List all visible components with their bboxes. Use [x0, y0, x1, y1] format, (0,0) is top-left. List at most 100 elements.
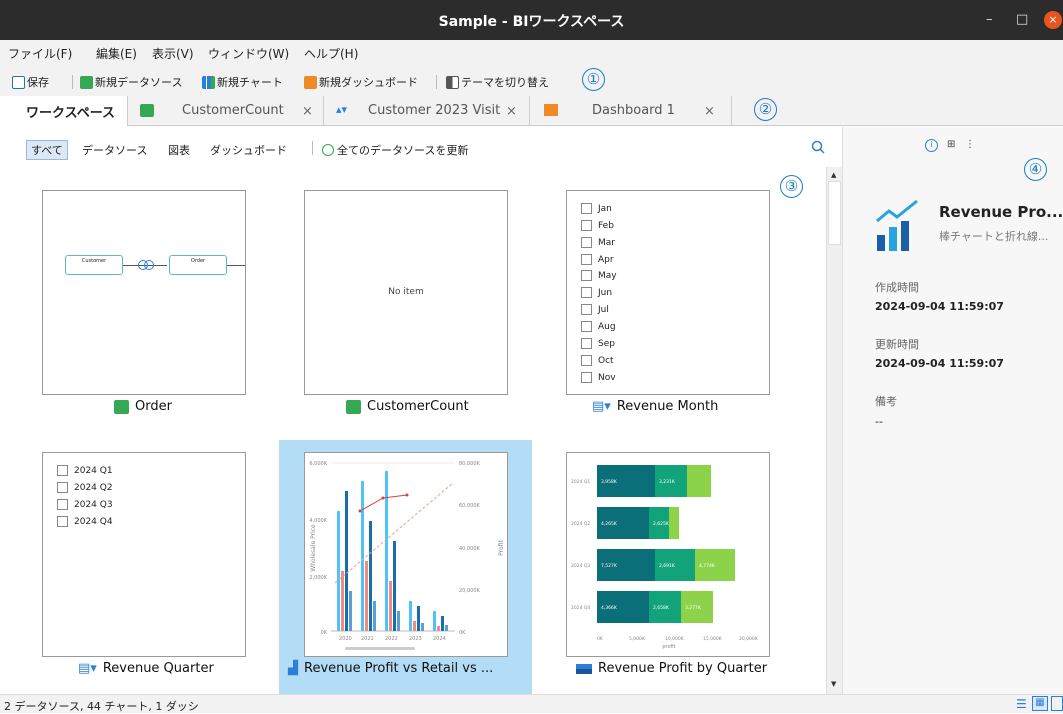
- menu-view[interactable]: 表示(V): [152, 45, 194, 62]
- stacked-bar-thumbnail: 2024 Q1 3,958K 3,231K 2024 Q2 4,265K 2,625K 20…: [571, 465, 759, 650]
- month-item: Apr: [581, 254, 614, 265]
- toolbar: 保存 新規データソース 新規チャート 新規ダッシュボード テーマを切り替え ①: [0, 66, 1063, 96]
- filter-datasource[interactable]: データソース: [82, 142, 147, 158]
- callout-4: ④: [1024, 158, 1047, 181]
- theme-toggle-button[interactable]: テーマを切り替え: [446, 74, 549, 90]
- svg-text:2023: 2023: [409, 636, 422, 642]
- svg-text:60,000K: 60,000K: [459, 503, 480, 509]
- svg-text:0K: 0K: [459, 630, 466, 636]
- svg-text:2022: 2022: [385, 636, 398, 642]
- new-chart-button[interactable]: 新規チャート: [202, 74, 283, 90]
- new-datasource-button[interactable]: 新規データソース: [80, 74, 182, 90]
- month-item: Sep: [581, 338, 615, 349]
- created-label: 作成時間: [875, 281, 919, 294]
- theme-label: テーマを切り替え: [461, 76, 549, 89]
- card-revenue-month-label[interactable]: ▤▾ Revenue Month: [592, 399, 718, 414]
- svg-text:20,000K: 20,000K: [459, 588, 480, 594]
- svg-text:Profit: Profit: [498, 540, 505, 556]
- info-icon[interactable]: i: [925, 139, 938, 152]
- callout-1: ①: [582, 68, 605, 91]
- tab-dashboard-1[interactable]: Dashboard 1 ×: [530, 96, 732, 126]
- lineage-icon[interactable]: ⊞: [947, 139, 955, 150]
- grid-view-icon[interactable]: ▦: [1032, 696, 1048, 711]
- card-title: Revenue Quarter: [102, 661, 214, 676]
- quarter-item: 2024 Q3: [57, 499, 113, 510]
- card-customercount-thumbnail[interactable]: No item: [304, 190, 508, 395]
- quarter-item: 2024 Q2: [57, 482, 113, 493]
- svg-text:4,000K: 4,000K: [309, 518, 327, 524]
- minimize-button[interactable]: –: [986, 12, 993, 27]
- month-item: Jun: [581, 287, 612, 298]
- tab-bar: ワークスペース CustomerCount × ▴▾ Customer 2023…: [0, 96, 1063, 126]
- list-view-icon[interactable]: ☰: [1016, 697, 1027, 711]
- card-revenue-quarter-thumbnail[interactable]: 2024 Q1 2024 Q2 2024 Q3 2024 Q4: [42, 452, 246, 657]
- thumb-bar: [441, 616, 444, 631]
- updated-value: 2024-09-04 11:59:07: [875, 357, 1004, 370]
- bar-value: 3,231K: [659, 479, 676, 485]
- item-grid: Customer Order Order No item CustomerCou…: [0, 167, 826, 694]
- row-label: 2024 Q1: [571, 479, 590, 485]
- new-datasource-label: 新規データソース: [95, 76, 183, 89]
- card-revenue-profit-by-quarter-thumbnail[interactable]: 2024 Q1 3,958K 3,231K 2024 Q2 4,265K 2,625K 20…: [566, 452, 770, 657]
- refresh-icon: [322, 144, 334, 156]
- search-icon[interactable]: [811, 140, 825, 154]
- save-button[interactable]: 保存: [12, 74, 49, 90]
- tab-close-button[interactable]: ×: [506, 104, 517, 119]
- bar-value: 2,658K: [653, 605, 670, 611]
- menu-file[interactable]: ファイル(F): [8, 45, 72, 62]
- tab-close-button[interactable]: ×: [704, 104, 715, 119]
- panel-view-icon[interactable]: [1051, 696, 1063, 711]
- new-dashboard-label: 新規ダッシュボード: [319, 76, 418, 89]
- menu-help[interactable]: ヘルプ(H): [304, 45, 358, 62]
- card-revenue-quarter-label[interactable]: ▤▾ Revenue Quarter: [78, 661, 214, 676]
- theme-icon: [446, 75, 459, 89]
- thumb-bar: [417, 606, 420, 631]
- thumb-bar: [389, 581, 392, 631]
- relation-icon[interactable]: ⋮: [965, 139, 975, 150]
- thumb-bar: [437, 626, 440, 631]
- row-label: 2024 Q4: [571, 605, 590, 611]
- datasource-icon: [346, 399, 361, 414]
- svg-text:40,000K: 40,000K: [459, 546, 480, 552]
- filter-dashboard[interactable]: ダッシュボード: [210, 142, 287, 158]
- card-revenue-profit-vs-retail-thumbnail[interactable]: 6,000K 4,000K 2,000K 0K 80,000K 60,000K …: [304, 452, 508, 657]
- card-order-label[interactable]: Order: [114, 399, 172, 414]
- filter-all[interactable]: すべて: [26, 140, 68, 160]
- card-revenue-month-thumbnail[interactable]: Jan Feb Mar Apr May Jun Jul Aug Sep Oct …: [566, 190, 770, 395]
- scrollbar-thumb[interactable]: [828, 181, 841, 245]
- card-title: Revenue Month: [616, 399, 719, 414]
- thumb-bar: [361, 481, 364, 631]
- card-revenue-profit-vs-retail-label[interactable]: ▟ Revenue Profit vs Retail vs ...: [288, 661, 493, 676]
- title-bar: Sample - BIワークスペース – □ ×: [0, 0, 1063, 40]
- tab-customer-2023-visit[interactable]: ▴▾ Customer 2023 Visit ×: [324, 96, 530, 126]
- svg-text:2020: 2020: [339, 636, 352, 642]
- menu-edit[interactable]: 編集(E): [96, 45, 137, 62]
- card-revenue-profit-by-quarter-label[interactable]: Revenue Profit by Quarter: [576, 661, 767, 676]
- tab-close-button[interactable]: ×: [302, 104, 313, 119]
- refresh-all-button[interactable]: 全てのデータソースを更新: [322, 142, 468, 158]
- thumb-bar: [393, 541, 396, 631]
- card-customercount-label[interactable]: CustomerCount: [346, 399, 469, 414]
- new-dashboard-button[interactable]: 新規ダッシュボード: [304, 74, 418, 90]
- close-button[interactable]: ×: [1044, 11, 1062, 29]
- svg-text:10,000K: 10,000K: [665, 636, 685, 642]
- filter-chart[interactable]: 図表: [168, 142, 190, 158]
- card-order-thumbnail[interactable]: Customer Order: [42, 190, 246, 395]
- bar-value: 2,625K: [653, 521, 670, 527]
- callout-3: ③: [780, 175, 803, 198]
- thumb-bar: [421, 623, 424, 631]
- svg-text:6,000K: 6,000K: [309, 461, 327, 467]
- chart-add-icon: [202, 75, 215, 89]
- tab-customercount[interactable]: CustomerCount ×: [128, 96, 324, 126]
- maximize-button[interactable]: □: [1016, 12, 1028, 27]
- thumb-bar: [445, 625, 448, 631]
- svg-text:2,000K: 2,000K: [309, 575, 327, 581]
- grid-scrollbar[interactable]: ▲ ▼: [826, 167, 842, 694]
- tab-workspace-label: ワークスペース: [26, 105, 116, 121]
- svg-text:profit: profit: [662, 644, 675, 650]
- menu-window[interactable]: ウィンドウ(W): [208, 45, 289, 62]
- bar-value: 2,691K: [659, 563, 676, 569]
- month-item: May: [581, 270, 617, 281]
- tab-workspace[interactable]: ワークスペース: [0, 96, 128, 126]
- svg-text:Wholesale Price: Wholesale Price: [310, 524, 317, 572]
